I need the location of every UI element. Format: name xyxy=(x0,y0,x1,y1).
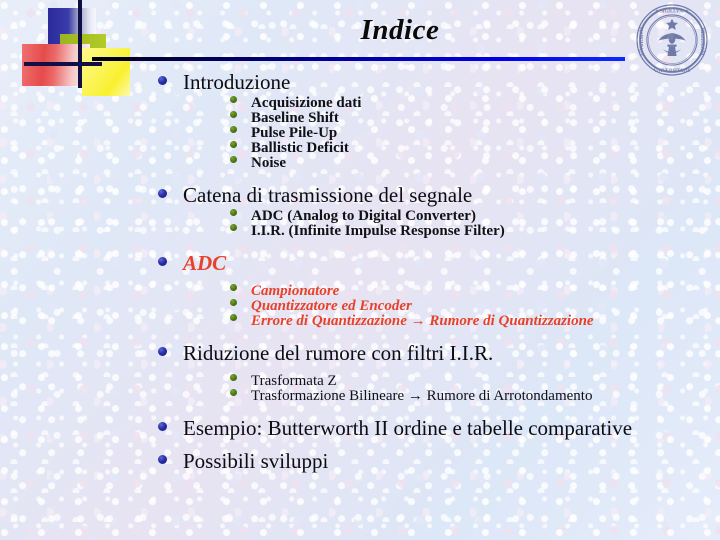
level1-bullet-icon xyxy=(158,257,167,266)
outline-subitem-campionatore[interactable]: Campionatore xyxy=(0,284,720,299)
outline-item-label: Riduzione del rumore con filtri I.I.R. xyxy=(183,341,494,365)
outline-item-label: Introduzione xyxy=(183,70,291,94)
outline-subitem-label: Trasformata Z xyxy=(251,373,337,389)
level2-bullet-icon xyxy=(230,299,237,306)
slide-canvas: Indice ✦ SIGILLVM ✦ VNIVERSITATIS STVDIO… xyxy=(0,0,720,540)
outline-subitem-noise[interactable]: Noise xyxy=(0,156,720,171)
svg-text:STVDIORVM: STVDIORVM xyxy=(640,26,645,56)
outline-subitem-errore-quantizzazione[interactable]: Errore di Quantizzazione → Rumore di Qua… xyxy=(0,314,720,329)
outline-subitem-quantizzatore-encoder[interactable]: Quantizzatore ed Encoder xyxy=(0,299,720,314)
outline-group-3: ADC Campionatore Quantizzatore ed Encode… xyxy=(0,251,720,329)
level1-bullet-icon xyxy=(158,455,167,464)
outline-subitem-trasformata-z[interactable]: Trasformata Z xyxy=(0,374,720,389)
outline-subitem-adc-converter[interactable]: ADC (Analog to Digital Converter) xyxy=(0,209,720,224)
outline-item-label: ADC xyxy=(183,251,227,275)
level1-bullet-icon xyxy=(158,422,167,431)
outline-subitem-label: Quantizzatore ed Encoder xyxy=(251,298,412,314)
outline-subitem-trasformazione-bilineare[interactable]: Trasformazione Bilineare → Rumore di Arr… xyxy=(0,389,720,404)
outline-subitem-label: Trasformazione Bilineare → Rumore di Arr… xyxy=(251,388,593,404)
outline-subitem-label: Noise xyxy=(251,155,286,171)
outline-subitem-label: Errore di Quantizzazione → Rumore di Qua… xyxy=(251,313,594,329)
outline-item-label: Esempio: Butterworth II ordine e tabelle… xyxy=(183,416,633,440)
level2-bullet-icon xyxy=(230,224,237,231)
outline-item-catena-trasmissione[interactable]: Catena di trasmissione del segnale xyxy=(0,183,720,208)
outline-subitem-acquisizione-dati[interactable]: Acquisizione dati xyxy=(0,96,720,111)
outline-subitem-label: I.I.R. (Infinite Impulse Response Filter… xyxy=(251,223,505,239)
level2-bullet-icon xyxy=(230,374,237,381)
outline-subitem-label: ADC (Analog to Digital Converter) xyxy=(251,208,476,224)
outline-item-adc[interactable]: ADC xyxy=(0,251,720,276)
outline-group-4: Riduzione del rumore con filtri I.I.R. T… xyxy=(0,341,720,404)
level1-bullet-icon xyxy=(158,189,167,198)
outline-item-label: Catena di trasmissione del segnale xyxy=(183,183,473,207)
outline-subitem-baseline-shift[interactable]: Baseline Shift xyxy=(0,111,720,126)
outline-subitem-pulse-pile-up[interactable]: Pulse Pile-Up xyxy=(0,126,720,141)
outline-item-esempio-butterworth[interactable]: Esempio: Butterworth II ordine e tabelle… xyxy=(0,416,720,441)
level2-bullet-icon xyxy=(230,209,237,216)
outline-subitem-label: Acquisizione dati xyxy=(251,95,362,111)
outline-subitem-label: Pulse Pile-Up xyxy=(251,125,338,141)
university-seal-icon: ✦ SIGILLVM ✦ VNIVERSITATIS STVDIORVM MED… xyxy=(636,4,708,76)
level2-bullet-icon xyxy=(230,96,237,103)
level2-bullet-icon xyxy=(230,111,237,118)
level2-bullet-icon xyxy=(230,314,237,321)
outline-item-possibili-sviluppi[interactable]: Possibili sviluppi xyxy=(0,449,720,474)
svg-text:MEDIOLANI: MEDIOLANI xyxy=(699,27,704,55)
outline-item-label: Possibili sviluppi xyxy=(183,449,329,473)
level1-bullet-icon xyxy=(158,347,167,356)
svg-text:✦ SIGILLVM ✦: ✦ SIGILLVM ✦ xyxy=(655,9,689,15)
level2-bullet-icon xyxy=(230,156,237,163)
outline-item-introduzione[interactable]: Introduzione xyxy=(0,70,720,95)
decoration-horizontal-line xyxy=(24,62,102,66)
slide-title: Indice xyxy=(360,14,440,46)
level1-bullet-icon xyxy=(158,76,167,85)
level2-bullet-icon xyxy=(230,141,237,148)
outline-content: Introduzione Acquisizione dati Baseline … xyxy=(0,70,720,475)
outline-subitem-iir-filter[interactable]: I.I.R. (Infinite Impulse Response Filter… xyxy=(0,224,720,239)
outline-item-riduzione-rumore[interactable]: Riduzione del rumore con filtri I.I.R. xyxy=(0,341,720,366)
level2-bullet-icon xyxy=(230,284,237,291)
outline-subitem-label: Campionatore xyxy=(251,283,340,299)
outline-subitem-label: Ballistic Deficit xyxy=(251,140,349,156)
level2-bullet-icon xyxy=(230,126,237,133)
title-underline-rule xyxy=(92,57,625,61)
outline-subitem-ballistic-deficit[interactable]: Ballistic Deficit xyxy=(0,141,720,156)
level2-bullet-icon xyxy=(230,389,237,396)
outline-subitem-label: Baseline Shift xyxy=(251,110,339,126)
outline-group-1: Introduzione Acquisizione dati Baseline … xyxy=(0,70,720,171)
outline-group-2: Catena di trasmissione del segnale ADC (… xyxy=(0,183,720,239)
